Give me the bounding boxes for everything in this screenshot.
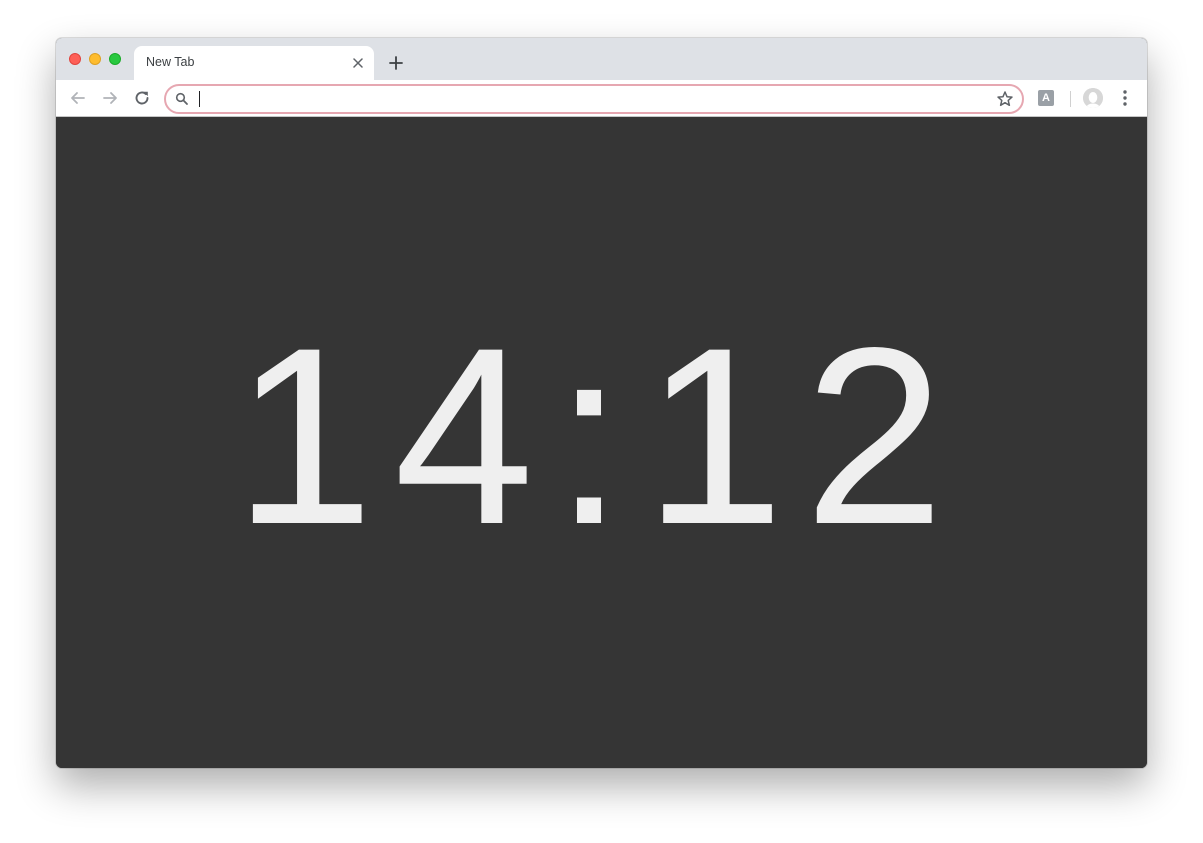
arrow-left-icon[interactable] (66, 86, 90, 110)
tab-title: New Tab (146, 55, 195, 69)
browser-window: New Tab A 14:12 (56, 38, 1147, 768)
window-close-button[interactable] (69, 53, 81, 65)
toolbar-divider (1070, 91, 1071, 107)
star-icon[interactable] (996, 90, 1014, 113)
address-bar[interactable] (164, 84, 1024, 114)
avatar-icon[interactable] (1083, 88, 1103, 108)
extension-icon[interactable]: A (1038, 90, 1054, 106)
reload-icon[interactable] (130, 86, 154, 110)
page-content: 14:12 (56, 117, 1147, 768)
kebab-menu-icon[interactable] (1115, 88, 1135, 108)
extension-badge-label: A (1042, 92, 1050, 104)
plus-icon[interactable] (384, 51, 408, 75)
search-icon (175, 92, 189, 111)
omnibox-input[interactable] (196, 86, 988, 112)
text-caret (199, 91, 200, 107)
title-bar: New Tab (56, 38, 1147, 80)
clock-display: 14:12 (233, 295, 965, 577)
window-maximize-button[interactable] (109, 53, 121, 65)
arrow-right-icon[interactable] (98, 86, 122, 110)
window-minimize-button[interactable] (89, 53, 101, 65)
close-icon[interactable] (350, 55, 366, 71)
tab-new-tab[interactable]: New Tab (134, 46, 374, 80)
